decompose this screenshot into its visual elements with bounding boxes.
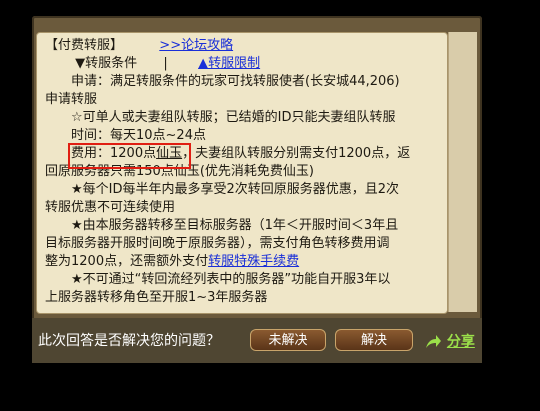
text-line-3: ☆可单人或夫妻组队转服；已结婚的ID只能夫妻组队转服 (45, 109, 445, 127)
content-panel: 【付费转服】 >>论坛攻略 ▼转服条件 | ▲转服限制 申请：满足转服条件的玩家… (36, 32, 448, 314)
text-line-8: 转服优惠不可连续使用 (45, 199, 445, 217)
feedback-question: 此次回答是否解决您的问题？ (38, 333, 220, 349)
text-transfer-cont: 目标服务器开服时间晚于原服务器），需支付角色转移费用调 (45, 236, 390, 251)
text-line-2: 申请转服 (45, 91, 445, 109)
share-button[interactable]: 分享 (424, 331, 475, 351)
text-fee-suffix: ，夫妻组队转服分别需支付1200点，返 (182, 146, 411, 161)
text-time: 时间：每天10点~24点 (71, 128, 206, 143)
text-apply: 申请：满足转服条件的玩家可找转服使者(长安城44,206) (71, 74, 400, 89)
text-apply-cont: 申请转服 (45, 92, 98, 107)
text-restriction-cont: 上服务器转移角色至开服1~3年服务器 (45, 290, 268, 305)
share-label: 分享 (446, 334, 475, 350)
text-line-12: ★不可通过“转回流经列表中的服务器”功能自开服3年以 (45, 271, 445, 289)
text-line-10: 目标服务器开服时间晚于原服务器），需支付角色转移费用调 (45, 235, 445, 253)
forum-guide-link[interactable]: >>论坛攻略 (159, 38, 233, 53)
special-fee-link[interactable]: 转服特殊手续费 (208, 254, 299, 269)
text-discount: ★每个ID每半年内最多享受2次转回原服务器优惠，且2次 (71, 182, 400, 197)
tabs-line: ▼转服条件 | ▲转服限制 (45, 55, 445, 73)
text-line-7: ★每个ID每半年内最多享受2次转回原服务器优惠，且2次 (45, 181, 445, 199)
tab-conditions[interactable]: ▼转服条件 (75, 56, 137, 71)
solved-button[interactable]: 解决 (335, 329, 413, 351)
title-line: 【付费转服】 >>论坛攻略 (45, 37, 445, 55)
tab-separator: | (163, 56, 168, 71)
text-team: ☆可单人或夫妻组队转服；已结婚的ID只能夫妻组队转服 (71, 110, 396, 125)
text-transfer: ★由本服务器转移至目标服务器（1年＜开服时间＜3年且 (71, 218, 399, 233)
scrollbar[interactable] (448, 32, 477, 312)
fee-highlight-box (68, 143, 191, 169)
text-line-13: 上服务器转移角色至开服1~3年服务器 (45, 289, 445, 307)
unsolved-button[interactable]: 未解决 (250, 329, 326, 351)
text-line-1: 申请：满足转服条件的玩家可找转服使者(长安城44,206) (45, 73, 445, 91)
text-line-9: ★由本服务器转移至目标服务器（1年＜开服时间＜3年且 (45, 217, 445, 235)
answer-content: 【付费转服】 >>论坛攻略 ▼转服条件 | ▲转服限制 申请：满足转服条件的玩家… (45, 37, 445, 307)
text-adjust: 整为1200点，还需额外支付 (45, 254, 209, 269)
share-arrow-icon (424, 334, 447, 350)
text-discount-cont: 转服优惠不可连续使用 (45, 200, 176, 215)
text-restriction: ★不可通过“转回流经列表中的服务器”功能自开服3年以 (71, 272, 391, 287)
section-title: 【付费转服】 (45, 38, 124, 53)
tab-limits[interactable]: ▲转服限制 (198, 56, 260, 71)
text-line-11: 整为1200点，还需额外支付转服特殊手续费 (45, 253, 445, 271)
